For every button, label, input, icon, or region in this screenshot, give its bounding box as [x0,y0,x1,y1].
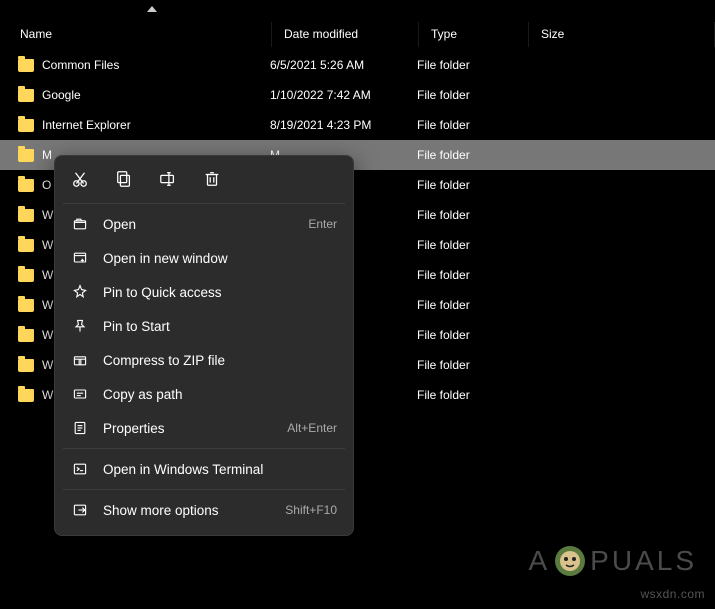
pin-start-icon [71,317,89,335]
menu-item-open-terminal[interactable]: Open in Windows Terminal [61,452,347,486]
copy-icon[interactable] [113,168,135,190]
folder-icon [18,179,34,192]
folder-icon [18,89,34,102]
file-type: File folder [417,298,527,312]
folder-icon [18,119,34,132]
menu-separator [63,203,345,204]
watermark-text-left: A [528,545,550,577]
menu-label: Open in new window [103,251,337,266]
file-type: File folder [417,208,527,222]
folder-icon [18,359,34,372]
delete-icon[interactable] [201,168,223,190]
file-type: File folder [417,178,527,192]
file-name: Google [42,88,270,102]
folder-icon [18,389,34,402]
properties-icon [71,419,89,437]
watermark-text-right: PUALS [590,545,697,577]
file-type: File folder [417,268,527,282]
menu-item-properties[interactable]: Properties Alt+Enter [61,411,347,445]
file-type: File folder [417,358,527,372]
column-header-date[interactable]: Date modified [272,22,419,47]
file-name: Internet Explorer [42,118,270,132]
menu-item-show-more[interactable]: Show more options Shift+F10 [61,493,347,527]
menu-item-pin-start[interactable]: Pin to Start [61,309,347,343]
rename-icon[interactable] [157,168,179,190]
file-type: File folder [417,238,527,252]
menu-label: Pin to Quick access [103,285,337,300]
file-type: File folder [417,148,527,162]
file-type: File folder [417,328,527,342]
menu-label: Show more options [103,503,285,518]
menu-item-compress-zip[interactable]: Compress to ZIP file [61,343,347,377]
column-header-size[interactable]: Size [529,22,715,47]
zip-icon [71,351,89,369]
folder-icon [18,239,34,252]
column-header-type[interactable]: Type [419,22,529,47]
folder-icon [18,149,34,162]
copy-path-icon [71,385,89,403]
cut-icon[interactable] [69,168,91,190]
column-header-name[interactable]: Name [0,22,272,47]
file-date: 1/10/2022 7:42 AM [270,88,417,102]
sort-indicator-icon [147,6,157,12]
menu-accel: Shift+F10 [285,503,337,517]
menu-item-open[interactable]: Open Enter [61,207,347,241]
menu-accel: Enter [308,217,337,231]
menu-label: Pin to Start [103,319,337,334]
open-icon [71,215,89,233]
file-type: File folder [417,118,527,132]
file-date: 8/19/2021 4:23 PM [270,118,417,132]
menu-accel: Alt+Enter [287,421,337,435]
quick-actions-row [61,162,347,200]
folder-icon [18,329,34,342]
watermark-logo-icon [552,543,588,579]
menu-separator [63,448,345,449]
menu-label: Copy as path [103,387,337,402]
folder-icon [18,209,34,222]
terminal-icon [71,460,89,478]
file-row[interactable]: Common Files6/5/2021 5:26 AMFile folder [0,50,715,80]
file-type: File folder [417,388,527,402]
watermark-site: wsxdn.com [640,587,705,601]
file-row[interactable]: Google1/10/2022 7:42 AMFile folder [0,80,715,110]
context-menu: Open Enter Open in new window Pin to Qui… [54,155,354,536]
folder-icon [18,299,34,312]
column-headers: Name Date modified Type Size [0,22,715,48]
folder-icon [18,269,34,282]
file-name: Common Files [42,58,270,72]
pin-icon [71,283,89,301]
menu-item-pin-quick-access[interactable]: Pin to Quick access [61,275,347,309]
folder-icon [18,59,34,72]
menu-separator [63,489,345,490]
menu-label: Compress to ZIP file [103,353,337,368]
menu-label: Open [103,217,308,232]
file-type: File folder [417,88,527,102]
menu-item-copy-path[interactable]: Copy as path [61,377,347,411]
menu-item-open-new-window[interactable]: Open in new window [61,241,347,275]
file-date: 6/5/2021 5:26 AM [270,58,417,72]
menu-label: Open in Windows Terminal [103,462,337,477]
more-options-icon [71,501,89,519]
file-row[interactable]: Internet Explorer8/19/2021 4:23 PMFile f… [0,110,715,140]
menu-label: Properties [103,421,287,436]
new-window-icon [71,249,89,267]
watermark: A PUALS [528,543,697,579]
file-type: File folder [417,58,527,72]
